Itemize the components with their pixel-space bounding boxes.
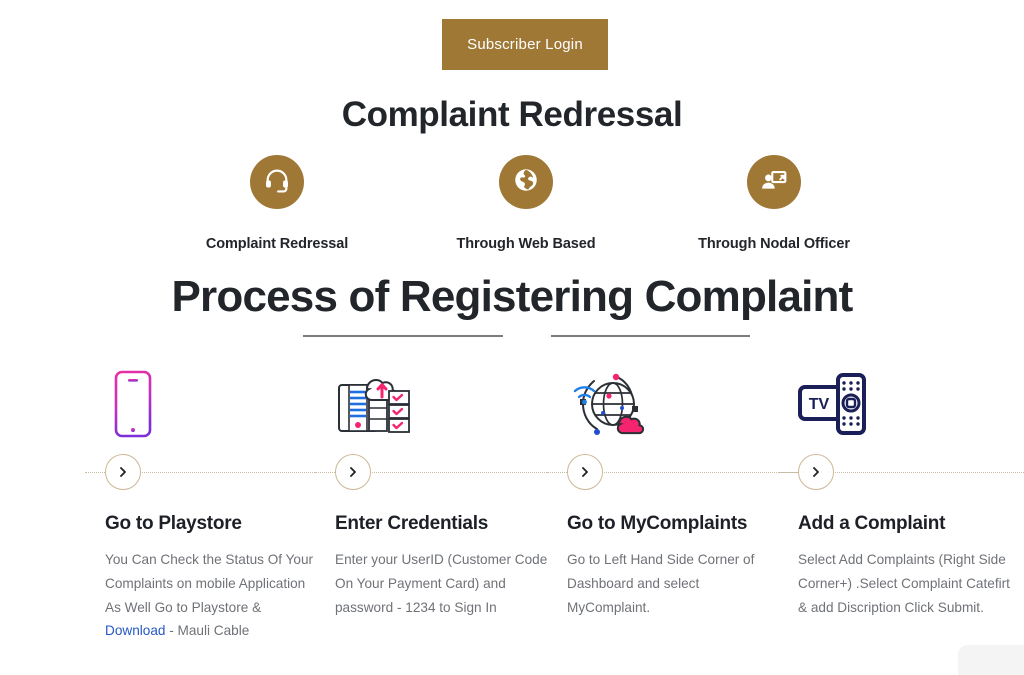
- mobile-phone-icon: [105, 368, 161, 445]
- card-rail: [778, 447, 1024, 497]
- stepper-step-label: Through Nodal Officer: [698, 236, 850, 252]
- process-card-go-to-mycomplaints: Go to MyComplaints Go to Left Hand Side …: [547, 365, 817, 619]
- card-icon-slot: [567, 365, 782, 447]
- card-body-text-post: - Mauli Cable: [165, 623, 250, 639]
- card-icon-slot: TV: [798, 365, 1013, 447]
- stepper-circle: [250, 155, 304, 209]
- card-icon-slot: [335, 365, 550, 447]
- card-body: Go to Left Hand Side Corner of Dashboard…: [567, 551, 755, 615]
- tv-remote-icon: TV: [798, 369, 876, 444]
- download-link[interactable]: Download: [105, 623, 165, 638]
- subscriber-login-button[interactable]: Subscriber Login: [442, 19, 608, 70]
- stepper-connector-1: [303, 335, 503, 337]
- card-title: Go to Playstore: [105, 513, 242, 534]
- section-title: Process of Registering Complaint: [171, 272, 854, 321]
- stepper-step-through-nodal-officer[interactable]: Through Nodal Officer: [659, 155, 889, 252]
- page-title: Complaint Redressal: [341, 95, 683, 134]
- svg-text:TV: TV: [809, 396, 830, 413]
- card-icon-slot: [105, 365, 320, 447]
- card-body: You Can Check the Status Of Your Complai…: [105, 548, 320, 643]
- chevron-right-icon[interactable]: [335, 454, 371, 490]
- headset-icon: [263, 166, 291, 199]
- presentation-person-icon: [760, 166, 788, 199]
- page-root: Subscriber Login Complaint Redressal Com…: [0, 0, 1024, 675]
- stepper-step-through-web-based[interactable]: Through Web Based: [411, 155, 641, 252]
- server-cloud-upload-icon: [335, 367, 415, 446]
- card-title: Go to MyComplaints: [567, 513, 748, 534]
- stepper-step-label: Through Web Based: [456, 236, 596, 252]
- chevron-right-icon[interactable]: [798, 454, 834, 490]
- card-rail: [315, 447, 585, 497]
- card-body: Select Add Complaints (Right Side Corner…: [798, 551, 1010, 615]
- stepper-circle: [499, 155, 553, 209]
- process-card-add-a-complaint: TV Add a Complaint Select Add Complaints…: [778, 365, 1024, 619]
- process-card-go-to-playstore: Go to Playstore You Can Check the Status…: [85, 365, 355, 643]
- stepper-step-complaint-redressal[interactable]: Complaint Redressal: [162, 155, 392, 252]
- card-rail: [85, 447, 355, 497]
- corner-artifact: [958, 645, 1024, 675]
- card-body-text-pre: You Can Check the Status Of Your Complai…: [105, 551, 314, 615]
- chevron-right-icon[interactable]: [105, 454, 141, 490]
- card-title: Add a Complaint: [798, 513, 946, 534]
- card-title: Enter Credentials: [335, 513, 489, 534]
- process-steps-list: Go to Playstore You Can Check the Status…: [0, 365, 1024, 665]
- chevron-right-icon[interactable]: [567, 454, 603, 490]
- card-rail: [547, 447, 817, 497]
- process-card-enter-credentials: Enter Credentials Enter your UserID (Cus…: [315, 365, 585, 619]
- complaint-redressal-stepper: Complaint Redressal Through Web Based Th…: [0, 155, 1024, 337]
- stepper-connector-2: [551, 335, 750, 337]
- stepper-step-label: Complaint Redressal: [205, 236, 349, 252]
- stepper-circle: [747, 155, 801, 209]
- globe-wifi-cloud-icon: [567, 366, 651, 447]
- globe-icon: [512, 166, 540, 199]
- card-body: Enter your UserID (Customer Code On Your…: [335, 551, 548, 615]
